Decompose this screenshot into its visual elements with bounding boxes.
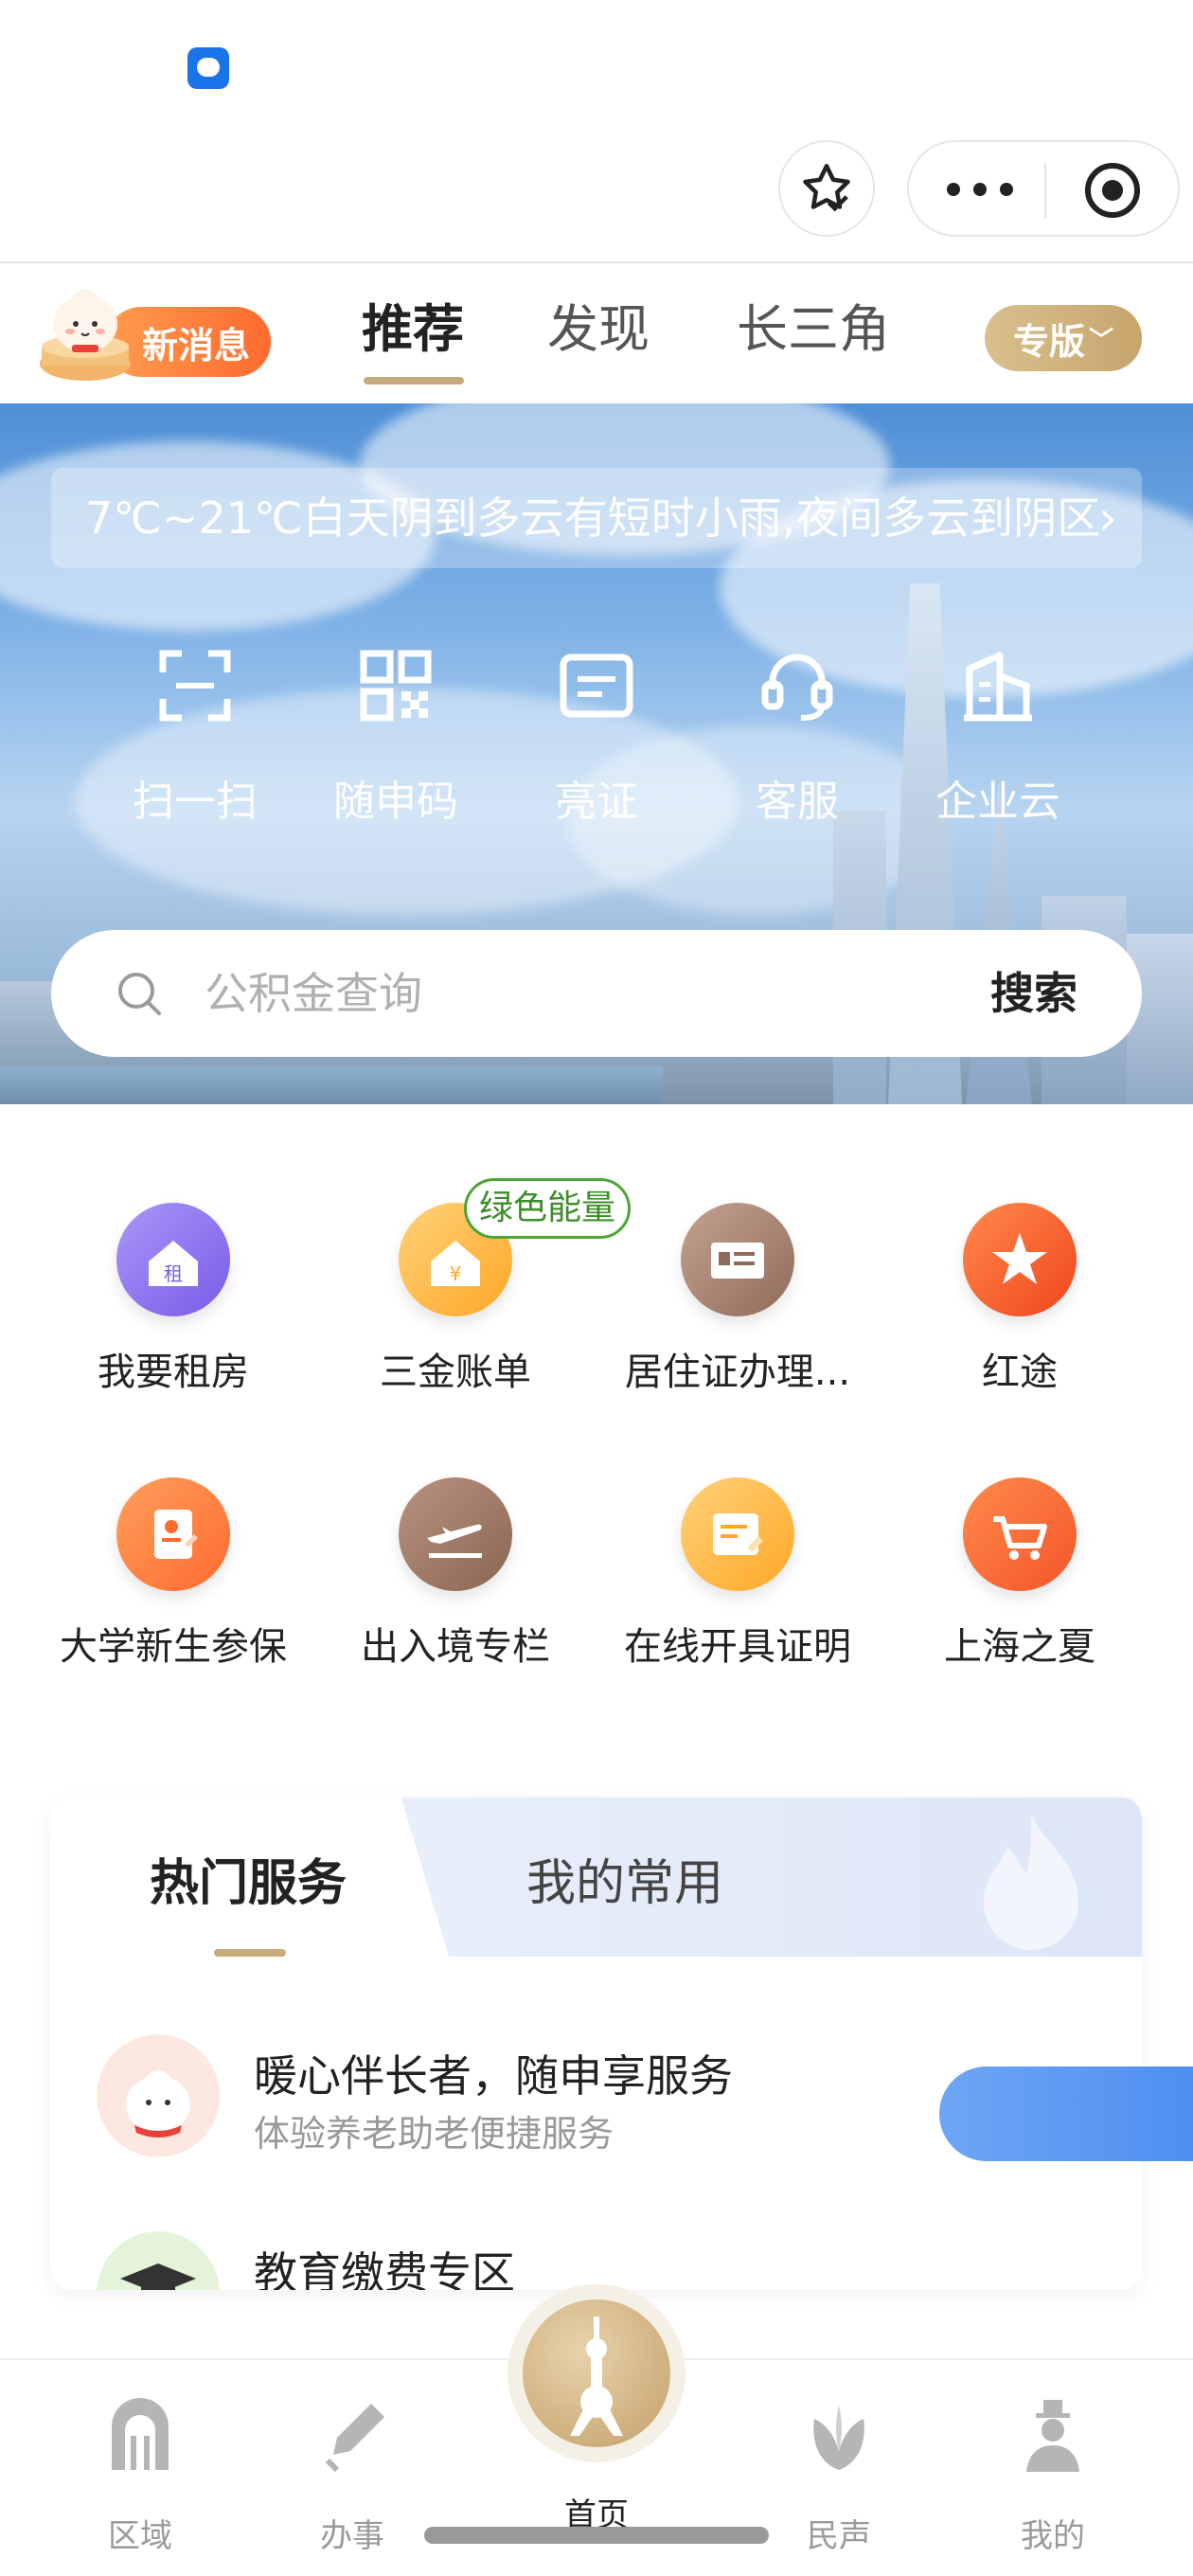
pearl-tower-icon <box>570 2317 623 2436</box>
list-item-title: 暖心伴长者，随申享服务 <box>254 2050 733 2102</box>
quick-action-label: 扫一扫 <box>133 778 258 826</box>
service-online-certificate[interactable]: 在线开具证明 <box>596 1477 879 1671</box>
more-icon[interactable] <box>947 178 1013 201</box>
pro-edition-button[interactable]: 专版 ﹀ <box>985 305 1142 371</box>
certificate-icon <box>681 1477 794 1591</box>
chevron-down-icon: ﹀ <box>1089 326 1114 355</box>
insurance-form-icon <box>116 1477 230 1591</box>
service-label: 红途 <box>982 1351 1058 1394</box>
list-item-title: 教育缴费专区 <box>254 2247 515 2290</box>
floating-action-pill[interactable] <box>939 2066 1193 2161</box>
search-icon <box>118 973 161 1015</box>
search-input[interactable]: 公积金查询 <box>205 958 867 1029</box>
service-label: 出入境专栏 <box>361 1625 550 1669</box>
search-button[interactable]: 搜索 <box>990 958 1077 1029</box>
quick-action-enterprise-cloud[interactable]: 企业云 <box>913 648 1083 828</box>
qr-code-icon <box>360 650 432 722</box>
service-label: 在线开具证明 <box>624 1625 851 1669</box>
quick-action-customer-service[interactable]: 客服 <box>712 648 882 828</box>
hero-banner: 7℃~21℃白天阴到多云有短时小雨,夜间多云到阴区 › 扫一扫 随申码 亮证 客… <box>0 403 1193 1104</box>
tab-yangtze-delta[interactable]: 长三角 <box>737 301 890 358</box>
close-target-icon[interactable] <box>1085 163 1140 218</box>
id-card-icon <box>560 653 633 718</box>
quick-action-label: 客服 <box>756 778 839 826</box>
tab-my-common[interactable]: 我的常用 <box>526 1843 723 1914</box>
service-label: 三金账单 <box>380 1351 531 1394</box>
quick-action-show-id[interactable]: 亮证 <box>511 648 682 828</box>
archway-icon <box>112 2398 169 2470</box>
service-freshman-insurance[interactable]: 大学新生参保 <box>32 1477 314 1671</box>
tabbar-label: 办事 <box>320 2517 384 2555</box>
service-exit-entry[interactable]: 出入境专栏 <box>314 1477 596 1671</box>
home-button[interactable] <box>523 2299 670 2447</box>
river <box>0 1066 663 1104</box>
top-nav: 新消息 推荐 发现 长三角 专版 ﹀ <box>0 263 1193 403</box>
education-icon <box>97 2231 220 2290</box>
chevron-right-icon: › <box>1098 491 1117 546</box>
magnolia-icon <box>813 2406 864 2470</box>
person-hat-icon <box>1026 2400 1079 2472</box>
elderly-service-avatar <box>97 2034 220 2157</box>
star-check-icon <box>803 164 850 212</box>
red-star-icon <box>963 1203 1077 1316</box>
quick-action-scan[interactable]: 扫一扫 <box>110 648 280 828</box>
active-tab-underline <box>364 377 464 385</box>
tabbar-item-mine[interactable]: 我的 <box>958 2398 1148 2556</box>
capsule-divider <box>1044 163 1046 218</box>
service-shanghai-summer[interactable]: 上海之夏 <box>879 1477 1161 1671</box>
tabbar-label: 我的 <box>1021 2517 1085 2555</box>
mascot-icon <box>40 289 131 381</box>
weather-text: 7℃~21℃白天阴到多云有短时小雨,夜间多云到阴区 <box>85 492 1101 544</box>
airplane-icon <box>399 1477 512 1591</box>
svg-text:租: 租 <box>164 1262 183 1285</box>
list-item-subtitle: 体验养老助老便捷服务 <box>254 2113 614 2155</box>
building-silhouette <box>1127 934 1193 1104</box>
tabbar-label: 区域 <box>108 2517 172 2555</box>
headset-icon <box>761 653 833 721</box>
new-message-label: 新消息 <box>141 324 250 367</box>
service-label: 上海之夏 <box>944 1625 1095 1669</box>
service-residence-permit[interactable]: 居住证办理... <box>596 1203 879 1396</box>
chat-notification-icon <box>187 47 229 89</box>
residence-card-icon <box>681 1203 794 1316</box>
service-label: 大学新生参保 <box>60 1625 287 1669</box>
quick-action-label: 随申码 <box>333 778 458 826</box>
service-label: 居住证办理... <box>624 1351 851 1394</box>
building-icon <box>964 652 1032 722</box>
tabbar-item-services[interactable]: 办事 <box>258 2398 447 2556</box>
search-bar[interactable]: 公积金查询 搜索 <box>51 930 1142 1057</box>
tabbar-label: 民声 <box>807 2517 871 2555</box>
svg-text:¥: ¥ <box>450 1262 462 1285</box>
quick-action-qr-code[interactable]: 随申码 <box>311 648 481 828</box>
shopping-cart-icon <box>963 1477 1077 1591</box>
list-item[interactable]: 教育缴费专区 <box>97 2231 1100 2290</box>
tabbar-item-region[interactable]: 区域 <box>45 2398 235 2556</box>
active-tab-underline <box>214 1949 286 1957</box>
flame-icon <box>984 1813 1078 1950</box>
favorite-button[interactable] <box>778 140 875 237</box>
service-red-route[interactable]: 红途 <box>879 1203 1161 1396</box>
rent-house-icon: 租 <box>116 1203 230 1316</box>
tab-recommend[interactable]: 推荐 <box>362 301 464 358</box>
tab-discover[interactable]: 发现 <box>547 301 650 358</box>
home-indicator <box>424 2527 769 2544</box>
service-rent-house[interactable]: 租 我要租房 <box>32 1203 314 1396</box>
hot-services-card: 热门服务 我的常用 暖心伴长者，随申享服务 体验养老助老便捷服务 教育缴费专区 <box>51 1798 1142 2290</box>
miniprogram-capsule <box>907 140 1180 237</box>
quick-action-label: 企业云 <box>935 778 1060 826</box>
quick-action-label: 亮证 <box>555 778 638 826</box>
status-bar <box>0 0 1193 133</box>
pro-edition-label: 专版 <box>1012 320 1085 363</box>
service-label: 我要租房 <box>98 1351 249 1394</box>
scan-icon <box>159 650 231 722</box>
weather-banner[interactable]: 7℃~21℃白天阴到多云有短时小雨,夜间多云到阴区 › <box>51 468 1142 568</box>
tab-hot-services[interactable]: 热门服务 <box>150 1843 347 1914</box>
tabbar-item-public-voice[interactable]: 民声 <box>744 2398 934 2556</box>
pen-icon <box>325 2404 384 2473</box>
